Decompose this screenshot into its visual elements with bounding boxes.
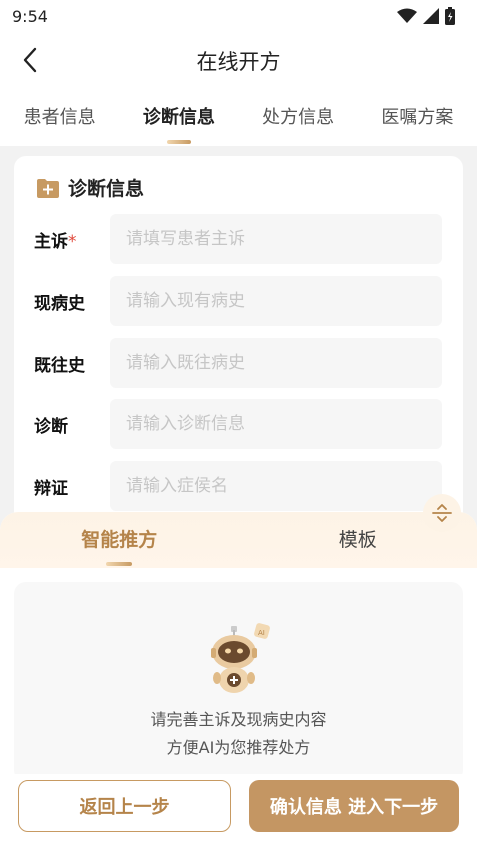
field-label: 现病史 (34, 293, 85, 314)
back-button[interactable] (14, 44, 46, 76)
past-history-input[interactable] (110, 338, 442, 388)
tab-prescription-info[interactable]: 处方信息 (239, 90, 358, 146)
robot-icon: AI (211, 623, 270, 693)
app-header: 在线开方 (0, 32, 477, 90)
form-row-syndrome: 辩证 (34, 461, 444, 511)
tab-patient-info[interactable]: 患者信息 (0, 90, 119, 146)
form-row-past-history: 既往史 (34, 338, 444, 388)
field-label: 既往史 (34, 355, 85, 376)
recommendation-panel: 智能推方 模板 AI 请完善主诉及现病史内容 方便AI为您推荐处方 (0, 512, 477, 774)
page-title: 在线开方 (196, 50, 281, 74)
wifi-icon (397, 8, 417, 23)
expand-collapse-icon (432, 504, 452, 522)
back-arrow-icon (23, 47, 37, 73)
tab-diagnosis-info[interactable]: 诊断信息 (119, 90, 238, 146)
bottom-action-bar: 返回上一步 确认信息 进入下一步 (0, 774, 477, 850)
folder-plus-icon (37, 178, 59, 198)
form-row-present-illness: 现病史 (34, 276, 444, 326)
status-bar: 9:54 (0, 0, 477, 32)
form-row-chief-complaint: 主诉* (34, 214, 444, 264)
signal-icon (423, 8, 439, 24)
required-mark: * (68, 231, 77, 252)
status-time: 9:54 (12, 6, 48, 26)
recommend-message-line1: 请完善主诉及现病史内容 (150, 710, 327, 729)
field-label: 辩证 (34, 478, 68, 499)
battery-icon (445, 7, 455, 25)
recommend-message-line2: 方便AI为您推荐处方 (166, 738, 311, 757)
tab-medical-advice[interactable]: 医嘱方案 (358, 90, 477, 146)
form-row-diagnosis: 诊断 (34, 399, 444, 449)
section-title: 诊断信息 (68, 178, 145, 200)
chief-complaint-input[interactable] (110, 214, 442, 264)
present-illness-input[interactable] (110, 276, 442, 326)
diagnosis-input[interactable] (110, 399, 442, 449)
previous-step-button[interactable]: 返回上一步 (18, 780, 231, 832)
confirm-next-step-button[interactable]: 确认信息 进入下一步 (249, 780, 459, 832)
recommend-empty-state: AI 请完善主诉及现病史内容 方便AI为您推荐处方 (14, 582, 463, 774)
field-label: 主诉* (34, 231, 77, 252)
field-label: 诊断 (34, 416, 68, 437)
panel-tabs: 智能推方 模板 (0, 512, 477, 568)
step-tabs: 患者信息 诊断信息 处方信息 医嘱方案 (0, 90, 477, 146)
syndrome-input[interactable] (110, 461, 442, 511)
section-header: 诊断信息 (36, 174, 144, 201)
expand-collapse-button[interactable] (423, 494, 461, 532)
status-icons (397, 7, 455, 25)
svg-text:AI: AI (258, 629, 265, 637)
diagnosis-card: 诊断信息 主诉* 现病史 既往史 诊断 辩证 (14, 156, 463, 526)
tab-smart-recommend[interactable]: 智能推方 (0, 512, 239, 568)
